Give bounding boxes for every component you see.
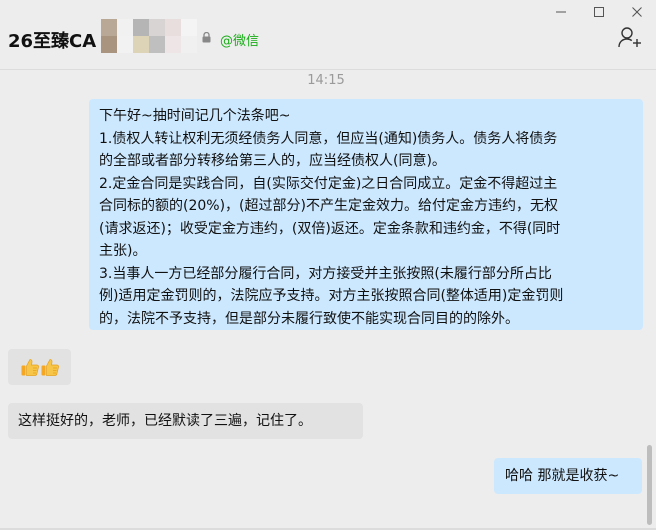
contact-avatar-mosaic <box>101 19 197 53</box>
message-line: (请求返还)；收受定金方违约，(双倍)返还。定金条款和违约金，不得(同时 <box>99 220 561 237</box>
close-icon <box>632 7 642 17</box>
maximize-button[interactable] <box>580 2 618 22</box>
thumbs-up-icon <box>41 359 59 376</box>
message-bubble-outgoing[interactable]: 下午好~抽时间记几个法条吧~ 1.债权人转让权利无须经债务人同意，但应当(通知)… <box>89 99 643 330</box>
message-line: 下午好~抽时间记几个法条吧~ <box>99 108 291 124</box>
maximize-icon <box>594 7 604 17</box>
chat-title: 26至臻CA <box>8 31 97 52</box>
message-line: 2.定金合同是实践合同，自(实际交付定金)之日合同成立。定金不得超过主 <box>99 175 558 192</box>
add-member-icon[interactable] <box>618 26 642 48</box>
minimize-button[interactable] <box>542 2 580 22</box>
message-line: 的全部或者部分转移给第三人的，应当经债权人(同意)。 <box>99 153 446 169</box>
message-line: 1.债权人转让权利无须经债务人同意，但应当(通知)债务人。债务人将债务 <box>99 130 558 147</box>
message-bubble-incoming[interactable]: 这样挺好的，老师，已经默读了三遍，记住了。 <box>8 403 363 439</box>
thumbs-up-icon <box>21 359 39 376</box>
message-line: 3.当事人一方已经部分履行合同，对方接受并主张按照(未履行部分所占比 <box>99 265 552 282</box>
message-timestamp: 14:15 <box>307 73 345 88</box>
minimize-icon <box>556 11 566 13</box>
chat-scrollbar[interactable] <box>647 445 652 525</box>
message-line: 主张)。 <box>99 243 147 259</box>
message-line: 合同标的额的(20%)，(超过部分)不产生定金效力。给付定金方违约，无权 <box>99 198 558 214</box>
lock-icon <box>202 32 211 43</box>
window-controls <box>542 2 656 22</box>
message-line: 的，法院不予支持，但是部分未履行致使不能实现合同目的的除外。 <box>99 310 519 327</box>
message-bubble-incoming[interactable] <box>8 349 71 385</box>
wechat-source-tag: @微信 <box>220 34 260 49</box>
message-bubble-outgoing[interactable]: 哈哈 那就是收获~ <box>494 458 642 494</box>
message-line: 例)适用定金罚则的，法院应予支持。对方主张按照合同(整体适用)定金罚则 <box>99 288 564 304</box>
close-button[interactable] <box>618 2 656 22</box>
